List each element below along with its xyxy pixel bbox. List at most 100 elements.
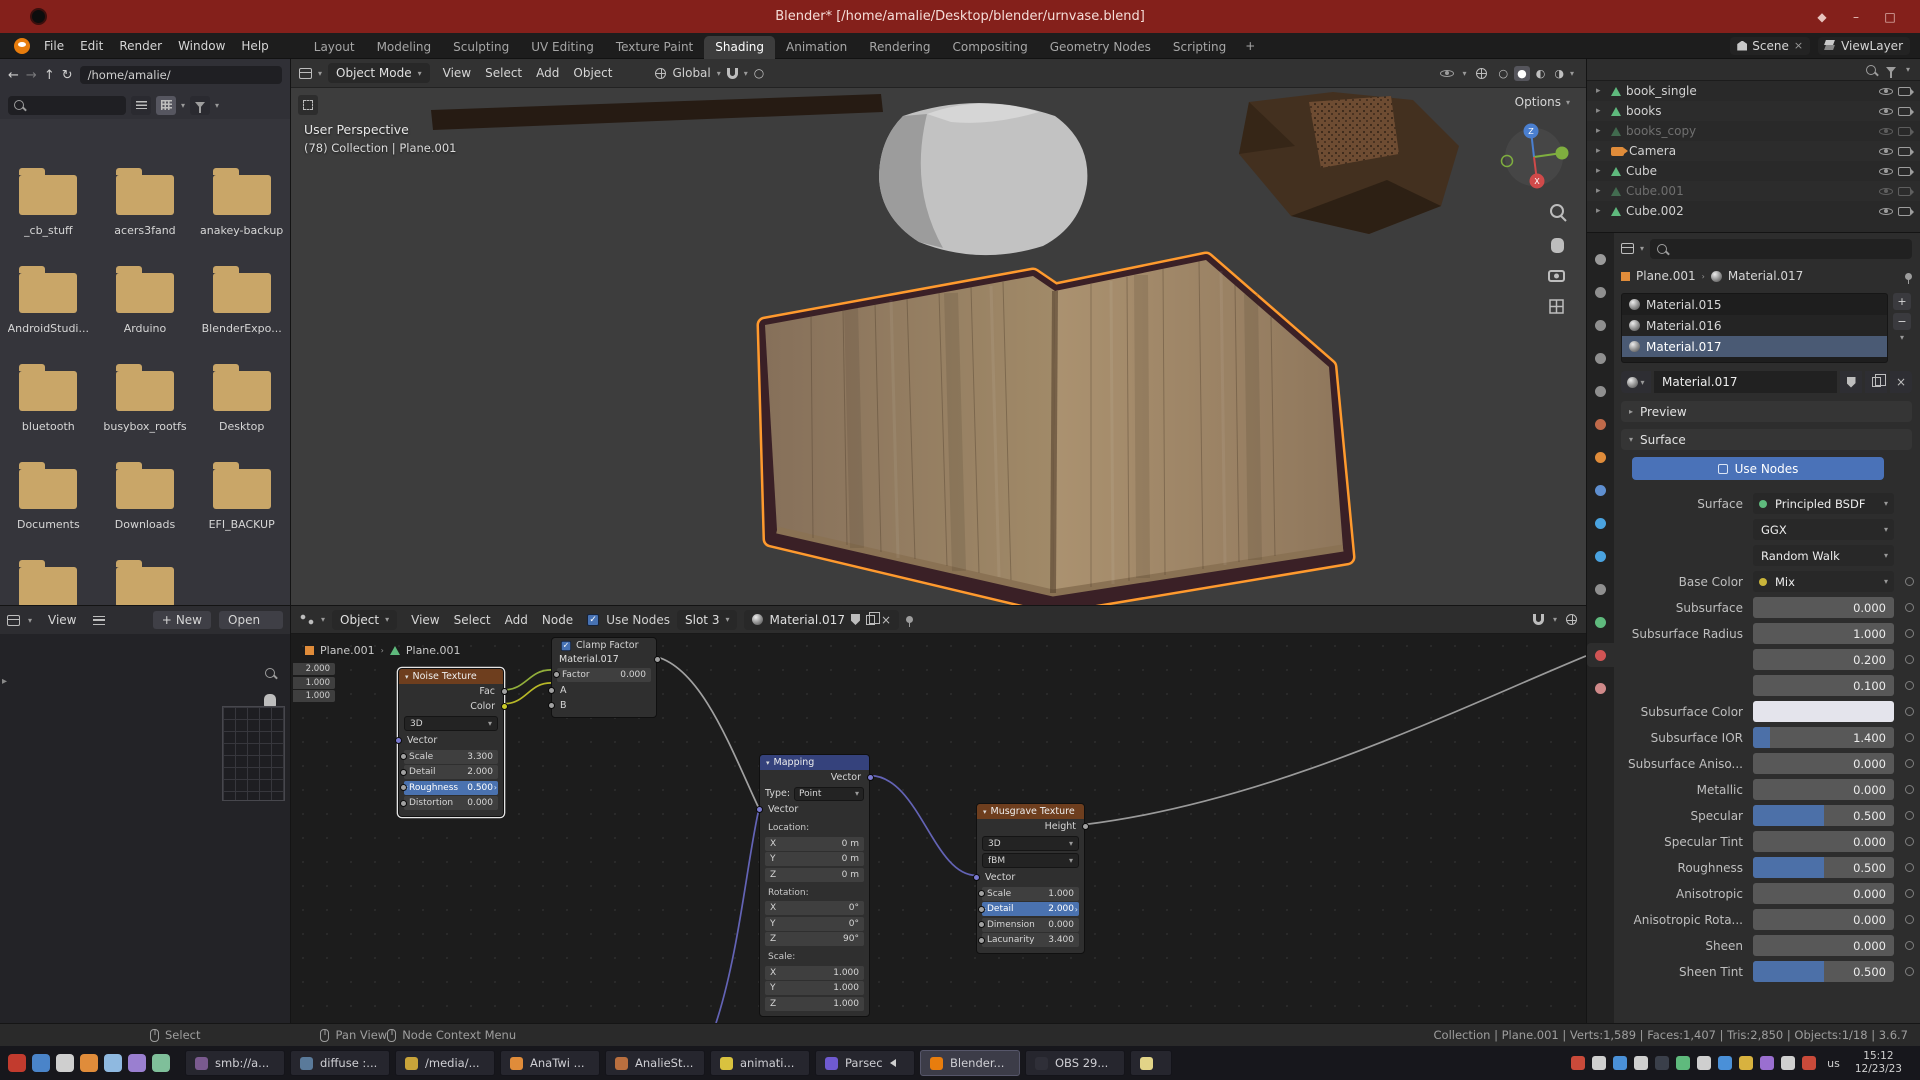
proportional-editing-icon[interactable]: ○ <box>754 66 764 80</box>
dimensions-dropdown[interactable]: 3D▾ <box>982 836 1079 851</box>
properties-tab-scene[interactable] <box>1587 379 1614 403</box>
workspace-tab[interactable]: Modeling <box>366 36 443 59</box>
mapping-row[interactable]: Rotation: <box>765 886 864 900</box>
socket-vector-in[interactable] <box>756 806 763 813</box>
taskbar-window-button[interactable]: /media/... <box>395 1050 495 1076</box>
folder-tile[interactable]: busybox_rootfs <box>99 364 191 462</box>
mapping-row[interactable]: Z90° <box>765 932 864 946</box>
decorator-dot-icon[interactable] <box>1894 837 1914 846</box>
parent-directory-icon[interactable]: ↑ <box>44 68 55 83</box>
decorator-dot-icon[interactable] <box>1894 785 1914 794</box>
hide-viewport-icon[interactable] <box>1879 145 1893 158</box>
type-dropdown[interactable]: Point▾ <box>794 787 864 801</box>
menu-item[interactable]: File <box>36 33 72 59</box>
filter-toggle-icon[interactable] <box>190 96 210 115</box>
unlink-icon[interactable]: × <box>881 613 891 627</box>
decorator-dot-icon[interactable] <box>1894 499 1914 508</box>
use-nodes-checkbox[interactable] <box>587 614 599 626</box>
collapse-icon[interactable]: ▾ <box>405 673 409 681</box>
dimensions-dropdown[interactable]: 3D▾ <box>404 716 498 731</box>
outliner-row[interactable]: ▸ books <box>1587 101 1920 121</box>
input-socket[interactable] <box>548 687 555 694</box>
tray-display-icon[interactable] <box>1592 1056 1606 1070</box>
menu-item[interactable]: Select <box>478 60 529 86</box>
workspace-tab[interactable]: Geometry Nodes <box>1039 36 1162 59</box>
slot-specials-icon[interactable]: ▾ <box>1900 333 1904 342</box>
collapse-icon[interactable]: ▾ <box>766 759 770 767</box>
chevron-right-icon[interactable]: ▸ <box>1596 206 1606 216</box>
node-value-field[interactable]: Scale3.300 <box>404 750 498 764</box>
socket-factor[interactable] <box>553 671 560 678</box>
decorator-dot-icon[interactable] <box>1894 707 1914 716</box>
decorator-dot-icon[interactable] <box>1894 759 1914 768</box>
breadcrumb-object[interactable]: Plane.001 <box>1636 269 1696 283</box>
menu-item[interactable]: Edit <box>72 33 111 59</box>
tray-chat-icon[interactable] <box>1676 1056 1690 1070</box>
partial-node[interactable]: 2.0001.0001.000 <box>293 663 335 704</box>
folder-tile[interactable]: Arduino <box>99 266 191 364</box>
folder-tile[interactable]: Documents <box>2 462 94 560</box>
outliner-row[interactable]: ▸ Cube.001 <box>1587 181 1920 201</box>
workspace-tab[interactable]: Rendering <box>858 36 941 59</box>
factor-field[interactable]: Factor0.000 <box>557 668 651 682</box>
workspace-tab[interactable]: Texture Paint <box>605 36 704 59</box>
mapping-row[interactable]: Y0° <box>765 917 864 931</box>
hide-viewport-icon[interactable] <box>1879 85 1893 98</box>
disable-render-icon[interactable] <box>1898 87 1911 96</box>
socket-vector[interactable] <box>395 737 402 744</box>
property-field[interactable]: ▾ <box>1753 701 1894 722</box>
socket-vector-out[interactable] <box>867 774 874 781</box>
property-field[interactable]: Mix ▾ <box>1753 571 1894 592</box>
folder-tile[interactable]: anakey-backup <box>196 168 288 266</box>
mapping-row[interactable]: Z0 m <box>765 868 864 882</box>
folder-tile[interactable]: acers3fand <box>99 168 191 266</box>
mapping-row[interactable]: X1.000 <box>765 966 864 980</box>
chevron-right-icon[interactable]: ▸ <box>1596 126 1606 136</box>
clock[interactable]: 15:12 12/23/23 <box>1851 1050 1912 1076</box>
mapping-row[interactable]: Y1.000 <box>765 981 864 995</box>
refresh-icon[interactable]: ↻ <box>62 68 73 83</box>
blender-logo-icon[interactable] <box>14 38 30 54</box>
output-socket[interactable] <box>654 656 661 663</box>
web-browser-icon[interactable] <box>80 1054 98 1072</box>
chevron-down-icon[interactable]: ▾ <box>215 101 219 110</box>
duplicate-icon[interactable] <box>866 615 875 625</box>
clamp-checkbox[interactable] <box>561 640 571 650</box>
outliner-row[interactable]: ▸ Camera <box>1587 141 1920 161</box>
view-menu[interactable]: View <box>40 607 84 633</box>
terminal-icon[interactable] <box>56 1054 74 1072</box>
use-nodes-button[interactable]: Use Nodes <box>1632 457 1884 480</box>
node-value-field[interactable]: 1.000 <box>293 677 335 689</box>
folder-tile[interactable]: Desktop <box>196 364 288 462</box>
menu-icon[interactable] <box>93 616 105 625</box>
material-slot-row[interactable]: Material.015 <box>1622 294 1887 315</box>
editor-type-icon[interactable] <box>300 614 314 625</box>
unlink-material-button[interactable]: × <box>1890 371 1912 393</box>
clamp-factor-node[interactable]: Clamp Factor Material.017 Factor0.000 A <box>551 637 657 718</box>
breadcrumb-material[interactable]: Material.017 <box>1728 269 1803 283</box>
taskbar-window-button[interactable]: AnalieSt... <box>605 1050 705 1076</box>
tray-steam-icon[interactable] <box>1655 1056 1669 1070</box>
panel-expander-icon[interactable]: ▸ <box>2 676 7 687</box>
add-workspace-button[interactable]: + <box>1237 35 1263 57</box>
surface-section-header[interactable]: ▾ Surface <box>1621 429 1912 450</box>
musgrave-texture-node[interactable]: ▾ Musgrave Texture Height 3D▾ fBM▾ Vecto… <box>976 803 1085 954</box>
input-socket[interactable] <box>400 784 407 791</box>
node-graph-canvas[interactable]: Plane.001 › Plane.001 2.0001.0001.000 ▾ … <box>291 634 1586 1023</box>
property-field[interactable]: 0.200 ▾ <box>1753 649 1894 670</box>
outliner-row[interactable]: ▸ Cube <box>1587 161 1920 181</box>
property-field[interactable]: GGX ▾ <box>1753 519 1894 540</box>
menu-item[interactable]: Object <box>566 60 619 86</box>
decorator-dot-icon[interactable] <box>1894 967 1914 976</box>
chevron-right-icon[interactable]: ▸ <box>1596 106 1606 116</box>
node-value-field[interactable]: Lacunarity3.400 <box>982 933 1079 947</box>
chevron-down-icon[interactable]: ▾ <box>1906 65 1910 74</box>
search-icon[interactable] <box>1866 65 1876 75</box>
view-mode-list-icon[interactable] <box>131 96 151 115</box>
material-datablock-selector[interactable]: Material.017 × <box>744 610 899 630</box>
decorator-dot-icon[interactable] <box>1894 577 1914 586</box>
chevron-down-icon[interactable]: ▾ <box>181 101 185 110</box>
workspace-tab[interactable]: Shading <box>704 36 775 59</box>
properties-tab-modifiers[interactable] <box>1587 478 1614 502</box>
pin-icon[interactable] <box>1905 273 1912 280</box>
